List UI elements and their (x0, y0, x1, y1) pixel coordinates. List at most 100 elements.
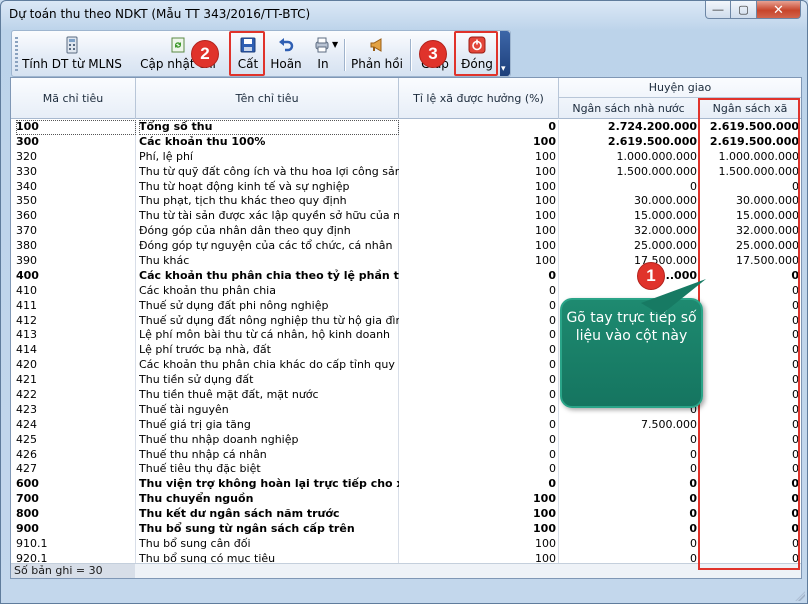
cell-nsn: 1.500.000.000 (616, 164, 697, 178)
print-dropdown-icon[interactable]: ▼ (332, 40, 338, 49)
table-row[interactable]: 425 Thuế thu nhập doanh nghiệp 0 0 0 (11, 433, 801, 448)
cell-nsn: 7.500.000 (641, 417, 697, 431)
table-row[interactable]: 100 Tổng số thu 0 2.724.200.000 2.619.500.00… (11, 120, 801, 135)
cell-name: Thu bổ sung cân đối (139, 536, 251, 550)
calculator-icon (66, 36, 78, 54)
cell-name: Thuế sử dụng đất nông nghiệp thu từ hộ g… (139, 313, 399, 327)
cell-code: 427 (16, 462, 37, 476)
cell-name: Các khoản thu phân chia khác do cấp tỉnh… (139, 358, 399, 372)
cell-pct: 100 (535, 536, 556, 550)
cell-code: 600 (16, 477, 39, 491)
cell-pct: 100 (535, 149, 556, 163)
cell-pct: 100 (533, 492, 556, 506)
table-row[interactable]: 424 Thuế giá trị gia tăng 0 7.500.000 0 (11, 418, 801, 433)
cell-code: 421 (16, 373, 37, 387)
grid-header: Mã chỉ tiêu Tên chỉ tiêu Tỉ lệ xã được h… (11, 78, 801, 119)
cell-name: Thuế sử dụng đất phi nông nghiệp (139, 298, 329, 312)
cell-code: 370 (16, 224, 37, 238)
cell-name: Thu khác (139, 254, 190, 268)
table-row[interactable]: 380 Đóng góp tự nguyện của các tổ chức, c… (11, 239, 801, 254)
grid-footer: Số bản ghi = 30 (11, 563, 801, 578)
cell-code: 410 (16, 283, 37, 297)
cell-pct: 0 (548, 268, 556, 282)
table-row[interactable]: 426 Thuế thu nhập cá nhân 0 0 0 (11, 448, 801, 463)
undo-icon (279, 38, 294, 52)
cell-code: 390 (16, 254, 37, 268)
table-row[interactable]: 370 Đóng góp của nhân dân theo quy định 10… (11, 224, 801, 239)
toolbar-overflow-button[interactable] (500, 31, 510, 76)
print-button[interactable]: In ▼ (306, 34, 340, 74)
cell-code: 900 (16, 522, 39, 536)
minimize-button[interactable]: — (705, 1, 731, 19)
cell-pct: 0 (548, 477, 556, 491)
step-badge-2: 2 (191, 40, 219, 68)
cell-pct: 100 (535, 239, 556, 253)
cell-code: 300 (16, 134, 39, 148)
close-window-button[interactable]: ✕ (757, 1, 801, 19)
cell-name: Thu phạt, tịch thu khác theo quy định (139, 194, 347, 208)
cell-pct: 100 (533, 134, 556, 148)
cell-name: Các khoản thu 100% (139, 134, 266, 148)
maximize-button[interactable]: ▢ (731, 1, 757, 19)
cell-code: 700 (16, 492, 39, 506)
cell-name: Đóng góp tự nguyện của các tổ chức, cá n… (139, 239, 393, 253)
close-highlight (454, 31, 498, 76)
title-bar[interactable]: Dự toán thu theo NDKT (Mẫu TT 343/2016/T… (1, 1, 807, 27)
feedback-button[interactable]: Phản hồi (348, 34, 406, 74)
cell-pct: 100 (535, 164, 556, 178)
col-header-nsn[interactable]: Ngân sách nhà nước (559, 98, 699, 119)
table-row[interactable]: 700 Thu chuyển nguồn 100 0 0 (11, 492, 801, 507)
cell-nsn: 0 (689, 522, 697, 536)
col-header-code[interactable]: Mã chỉ tiêu (11, 78, 136, 119)
cell-code: 413 (16, 328, 37, 342)
calc-from-mlns-button[interactable]: Tính DT từ MLNS (20, 34, 124, 74)
printer-icon (315, 37, 329, 53)
cell-pct: 100 (533, 522, 556, 536)
resize-grip[interactable] (795, 591, 805, 601)
toolbar-grip[interactable] (15, 37, 18, 73)
cell-name: Các khoản thu phân chia theo tỷ lệ phần … (139, 268, 399, 282)
col-header-name[interactable]: Tên chỉ tiêu (136, 78, 399, 119)
cell-name: Thu tiền sử dụng đất (139, 373, 254, 387)
table-row[interactable]: 360 Thu từ tài sản được xác lập quyền sở … (11, 209, 801, 224)
postpone-button[interactable]: Hoãn (268, 34, 304, 74)
table-row[interactable]: 300 Các khoản thu 100% 100 2.619.500.000 2.6… (11, 135, 801, 150)
cell-code: 350 (16, 194, 37, 208)
cell-name: Tổng số thu (139, 120, 399, 135)
cell-code: 340 (16, 179, 37, 193)
cell-pct: 0 (549, 373, 556, 387)
cell-code: 411 (16, 298, 37, 312)
window-title: Dự toán thu theo NDKT (Mẫu TT 343/2016/T… (9, 7, 311, 21)
cell-name: Thu viện trợ không hoàn lại trực tiếp ch… (139, 477, 399, 491)
table-row[interactable]: 800 Thu kết dư ngân sách năm trước 100 0 0 (11, 507, 801, 522)
col-header-pct[interactable]: Tỉ lệ xã được hưởng (%) (399, 78, 559, 119)
cell-code: 360 (16, 209, 37, 223)
refresh-icon (171, 37, 185, 53)
table-row[interactable]: 910.1 Thu bổ sung cân đối 100 0 0 (11, 537, 801, 552)
cell-pct: 0 (549, 417, 556, 431)
table-row[interactable]: 900 Thu bổ sung từ ngân sách cấp trên 100 0… (11, 522, 801, 537)
cell-nsn: 15.000.000 (634, 209, 697, 223)
cell-nsn: 0 (689, 492, 697, 506)
print-label: In (317, 57, 329, 71)
table-row[interactable]: 330 Thu từ quỹ đất công ích và thu hoa lợ… (11, 165, 801, 180)
table-row[interactable]: 427 Thuế tiêu thụ đặc biệt 0 0 0 (11, 462, 801, 477)
cell-name: Thuế giá trị gia tăng (139, 417, 251, 431)
cell-code: 100 (16, 120, 136, 135)
table-row[interactable]: 350 Thu phạt, tịch thu khác theo quy định… (11, 194, 801, 209)
table-row[interactable]: 390 Thu khác 100 17.500.000 17.500.000 (11, 254, 801, 269)
cell-pct: 0 (549, 447, 556, 461)
cell-nsn: 17.500.000 (634, 254, 697, 268)
cell-code: 400 (16, 268, 39, 282)
callout-pointer (641, 279, 706, 315)
table-row[interactable]: 320 Phí, lệ phí 100 1.000.000.000 1.000.000.… (11, 150, 801, 165)
cell-pct: 0 (548, 120, 556, 133)
cell-code: 380 (16, 239, 37, 253)
cell-nsn: 0 (690, 432, 697, 446)
table-row[interactable]: 600 Thu viện trợ không hoàn lại trực tiếp… (11, 477, 801, 492)
cell-code: 425 (16, 432, 37, 446)
cell-nsn: 0 (689, 507, 697, 521)
toolbar-separator (344, 39, 345, 71)
table-row[interactable]: 340 Thu từ hoạt động kinh tế và sự nghiệp… (11, 180, 801, 195)
cell-nsn: 0 (690, 447, 697, 461)
